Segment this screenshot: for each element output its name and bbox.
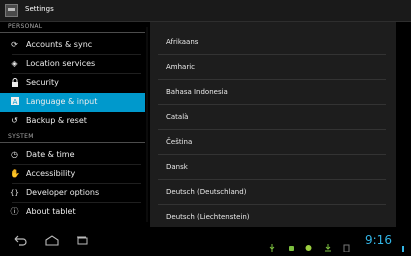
recent-apps-button[interactable]	[74, 232, 90, 249]
title-bar: Settings	[0, 0, 411, 22]
sidebar-item-label: Backup & reset	[26, 116, 87, 125]
svg-text:A: A	[12, 98, 17, 105]
sync-icon: ⟳	[11, 40, 18, 49]
status-clock: 9:16	[365, 233, 392, 247]
home-button[interactable]	[44, 232, 60, 249]
settings-app-icon	[5, 4, 18, 17]
sidebar-item-label: Location services	[26, 59, 96, 68]
sidebar-divider	[146, 27, 148, 222]
sidebar-item-label: Accounts & sync	[26, 40, 93, 49]
section-header-personal: PERSONAL	[0, 22, 145, 33]
backup-icon: ↺	[11, 116, 18, 125]
recent-apps-icon	[77, 236, 88, 245]
notification-icon	[305, 237, 312, 251]
sidebar-item-language-input[interactable]: A Language & input	[0, 93, 145, 112]
language-list-panel: Afrikaans Amharic Bahasa Indonesia Catal…	[150, 22, 396, 227]
lock-icon	[10, 78, 19, 88]
sidebar-item-about-tablet[interactable]: ⓘ About tablet	[0, 203, 145, 222]
settings-sidebar: PERSONAL ⟳ Accounts & sync ◈ Location se…	[0, 22, 145, 227]
sidebar-item-label: Date & time	[26, 150, 75, 159]
sidebar-item-label: Language & input	[26, 97, 98, 106]
sidebar-item-accounts-sync[interactable]: ⟳ Accounts & sync	[0, 36, 145, 55]
sidebar-item-security[interactable]: Security	[0, 74, 145, 93]
language-label: Deutsch (Liechtenstein)	[166, 213, 250, 221]
language-label: Català	[166, 113, 189, 121]
back-button[interactable]	[12, 232, 28, 249]
sidebar-item-backup-reset[interactable]: ↺ Backup & reset	[0, 112, 145, 131]
home-icon	[45, 235, 59, 246]
android-debug-icon	[288, 237, 294, 251]
language-label: Deutsch (Deutschland)	[166, 188, 247, 196]
location-icon: ◈	[11, 59, 18, 68]
sidebar-item-label: About tablet	[26, 207, 76, 216]
language-item[interactable]: Afrikaans	[158, 30, 386, 55]
usb-icon	[269, 237, 275, 252]
battery-icon	[343, 237, 350, 253]
sidebar-item-date-time[interactable]: ◷ Date & time	[0, 146, 145, 165]
language-label: Čeština	[166, 138, 193, 146]
sidebar-item-location[interactable]: ◈ Location services	[0, 55, 145, 74]
language-item[interactable]: Deutsch (Deutschland)	[158, 180, 386, 205]
sidebar-item-label: Developer options	[26, 188, 100, 197]
sidebar-item-developer-options[interactable]: {} Developer options	[0, 184, 145, 203]
braces-icon: {}	[10, 189, 19, 197]
info-icon: ⓘ	[10, 207, 19, 216]
language-item[interactable]: Čeština	[158, 130, 386, 155]
sidebar-item-label: Accessibility	[26, 169, 76, 178]
language-label: Amharic	[166, 63, 196, 71]
language-item[interactable]: Amharic	[158, 55, 386, 80]
system-bar: 9:16	[0, 232, 411, 253]
section-header-label: PERSONAL	[8, 23, 43, 30]
language-label: Afrikaans	[166, 38, 199, 46]
signal-icon	[401, 237, 405, 252]
section-header-label: SYSTEM	[8, 133, 34, 140]
clock-icon: ◷	[11, 150, 18, 159]
sidebar-item-accessibility[interactable]: ✋ Accessibility	[0, 165, 145, 184]
download-icon	[325, 237, 331, 252]
language-item[interactable]: Deutsch (Liechtenstein)	[158, 205, 386, 230]
language-item[interactable]: Bahasa Indonesia	[158, 80, 386, 105]
language-item[interactable]: Català	[158, 105, 386, 130]
language-icon: A	[10, 97, 19, 107]
language-label: Bahasa Indonesia	[166, 88, 228, 96]
language-item[interactable]: Dansk	[158, 155, 386, 180]
page-title: Settings	[25, 5, 54, 13]
sidebar-item-label: Security	[26, 78, 59, 87]
back-icon	[14, 235, 27, 246]
hand-icon: ✋	[10, 169, 20, 178]
language-label: Dansk	[166, 163, 188, 171]
section-header-system: SYSTEM	[0, 132, 145, 143]
